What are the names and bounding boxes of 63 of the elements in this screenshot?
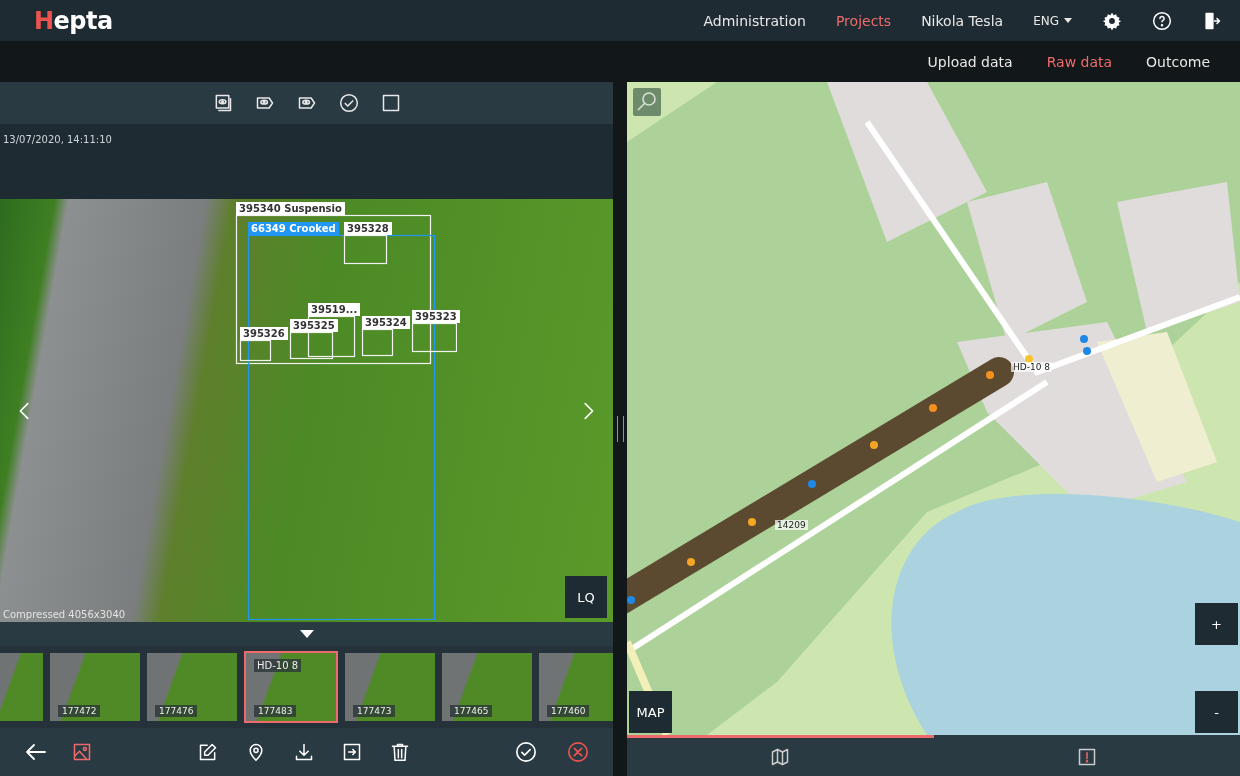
export-icon[interactable] xyxy=(341,742,362,762)
map-marker[interactable] xyxy=(929,404,937,412)
logout-icon[interactable] xyxy=(1202,10,1222,31)
settings-icon[interactable] xyxy=(1102,10,1122,31)
alert-square-icon[interactable] xyxy=(1076,747,1097,767)
language-dropdown[interactable]: ENG xyxy=(1033,13,1072,28)
thumbnail[interactable]: 177473 xyxy=(345,653,435,721)
edit-icon[interactable] xyxy=(197,742,218,762)
cancel-circle-icon[interactable] xyxy=(567,741,589,763)
image-info: Compressed 4056x3040 xyxy=(3,609,126,620)
annotation-label[interactable]: 395325 xyxy=(290,319,338,332)
thumbnail[interactable] xyxy=(0,653,43,721)
annotation-label[interactable]: 395324 xyxy=(362,316,410,329)
thumbnail[interactable]: 177476 xyxy=(147,653,237,721)
thumbnail-id: 177460 xyxy=(547,705,590,717)
thumbnail[interactable]: 177472 xyxy=(50,653,140,721)
annotation-label[interactable]: 395328 xyxy=(344,222,392,235)
resize-handle[interactable] xyxy=(616,416,624,442)
caret-icon[interactable] xyxy=(1064,18,1072,23)
map-marker[interactable] xyxy=(808,480,816,488)
timestamp: 13/07/2020, 14:11:10 xyxy=(3,134,112,145)
track-label: 14209 xyxy=(775,520,808,530)
search-icon[interactable] xyxy=(633,88,661,116)
logo: Hepta xyxy=(34,6,113,35)
trash-icon[interactable] xyxy=(389,742,410,762)
thumbnail[interactable]: 177465 xyxy=(442,653,532,721)
thumbnail-id: 177483 xyxy=(254,705,297,717)
map-layer-button[interactable]: MAP xyxy=(629,691,672,733)
subnav-link[interactable]: Outcome xyxy=(1146,53,1210,70)
thumbnail-id: 177472 xyxy=(58,705,101,717)
annotation-label[interactable]: 395323 xyxy=(412,310,460,323)
annotation-label[interactable]: 39519... xyxy=(308,303,361,316)
subnav-link[interactable]: Raw data xyxy=(1046,53,1113,70)
annotation-label[interactable]: 395326 xyxy=(240,327,288,340)
quality-button[interactable]: LQ xyxy=(565,576,607,618)
nav-link[interactable]: Nikola Tesla xyxy=(921,12,1004,29)
map-marker[interactable] xyxy=(687,558,695,566)
check-circle-icon[interactable] xyxy=(338,93,359,113)
thumbnail-id: 177476 xyxy=(155,705,198,717)
thumbnail-id: 177473 xyxy=(353,705,396,717)
annotation-label[interactable]: 395340 Suspensio xyxy=(236,202,345,215)
nav-link[interactable]: Projects xyxy=(835,12,892,29)
image-icon[interactable] xyxy=(72,742,92,762)
zoom-in-button[interactable]: + xyxy=(1195,603,1238,645)
square-icon[interactable] xyxy=(380,93,401,113)
pole-label: HD-10 8 xyxy=(1011,362,1052,372)
thumbnail-id: 177465 xyxy=(450,705,493,717)
map-marker[interactable] xyxy=(1083,347,1091,355)
map-marker[interactable] xyxy=(870,441,878,449)
map-marker[interactable] xyxy=(627,596,635,604)
map-marker[interactable] xyxy=(748,518,756,526)
thumbnail[interactable]: HD-10 8 177483 xyxy=(244,651,338,723)
help-icon[interactable] xyxy=(1152,10,1172,31)
collapse-icon[interactable] xyxy=(299,630,314,638)
nav-link[interactable]: Administration xyxy=(703,12,806,29)
download-icon[interactable] xyxy=(293,742,314,762)
map-icon[interactable] xyxy=(770,747,791,767)
zoom-out-button[interactable]: - xyxy=(1195,691,1238,733)
subnav-link[interactable]: Upload data xyxy=(927,53,1013,70)
map-marker[interactable] xyxy=(986,371,994,379)
map-marker[interactable] xyxy=(1080,335,1088,343)
thumbnail[interactable]: 177460 xyxy=(539,653,613,721)
thumbnail-title: HD-10 8 xyxy=(254,659,302,672)
